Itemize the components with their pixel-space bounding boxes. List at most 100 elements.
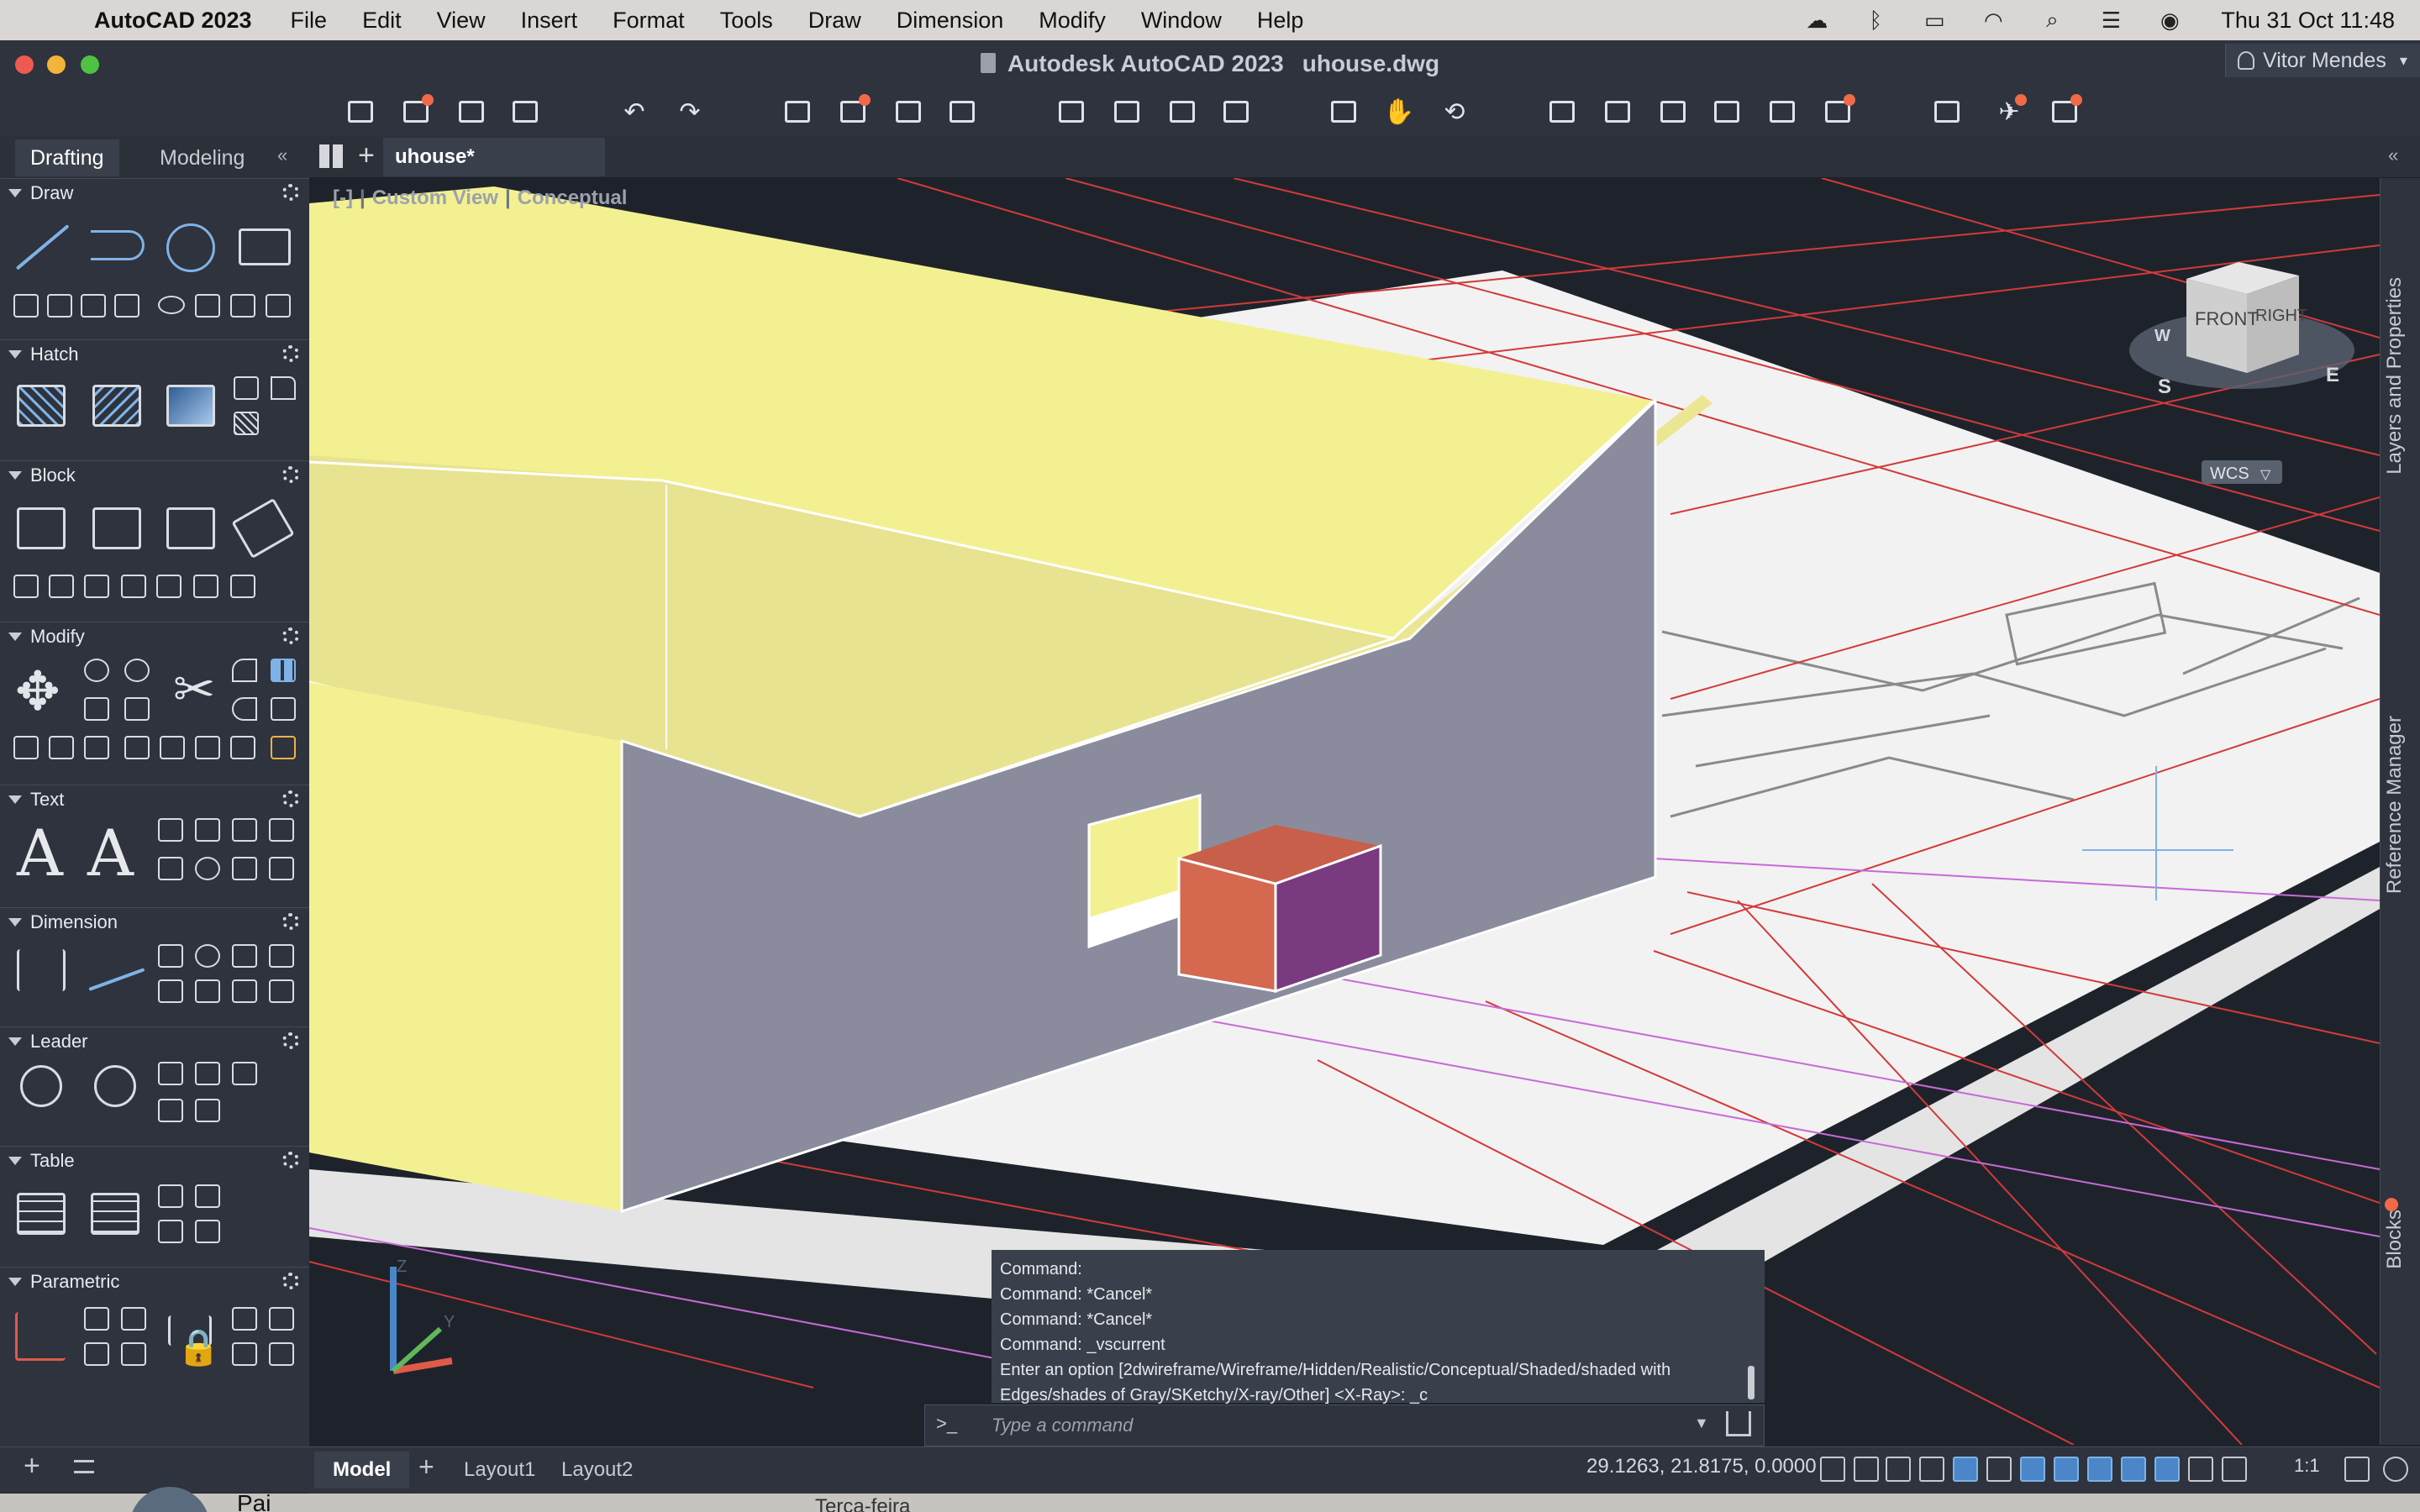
- define-attribute-tool-icon[interactable]: [13, 575, 39, 598]
- blocks-tab[interactable]: Blocks: [2383, 1210, 2407, 1269]
- sheet-set-button[interactable]: [1765, 94, 1800, 129]
- pdf-text-tool-icon[interactable]: [269, 818, 294, 842]
- text-align-tool-icon[interactable]: [158, 857, 183, 880]
- import-button[interactable]: [1054, 94, 1089, 129]
- geometric-constraint-tool-icon[interactable]: [84, 1307, 109, 1331]
- redo-button[interactable]: ↷: [672, 94, 708, 129]
- text-style-tool-icon[interactable]: [232, 857, 257, 880]
- spell-check-tool-icon[interactable]: [195, 818, 220, 842]
- grid-toggle-icon[interactable]: [1820, 1457, 1845, 1482]
- screen-button[interactable]: [2047, 94, 2082, 129]
- add-palette-icon[interactable]: +: [24, 1450, 40, 1483]
- dimensional-constraint-tool-icon[interactable]: [232, 1307, 257, 1331]
- annotation-scale-value[interactable]: 1:1: [2294, 1455, 2320, 1477]
- table-export-tool-icon[interactable]: [195, 1220, 220, 1243]
- section-parametric-header[interactable]: Parametric: [0, 1268, 309, 1296]
- align-leader-tool-icon[interactable]: [195, 1062, 220, 1085]
- menu-help[interactable]: Help: [1257, 8, 1304, 34]
- section-draw-header[interactable]: Draw: [0, 179, 309, 207]
- lineweight-toggle-icon[interactable]: [1986, 1457, 2012, 1482]
- control-center-icon[interactable]: ☰: [2096, 8, 2125, 33]
- coordinate-readout[interactable]: 29.1263, 21.8175, 0.0000: [1586, 1455, 1817, 1478]
- tolerance-tool-icon[interactable]: [269, 944, 294, 968]
- rectangle-tool-icon[interactable]: [239, 228, 291, 265]
- revcloud-tool-icon[interactable]: [266, 294, 291, 318]
- collapse-palette-icon[interactable]: «: [277, 144, 287, 166]
- table-edit-tool-icon[interactable]: [91, 1193, 139, 1235]
- xline-tool-icon[interactable]: [230, 294, 255, 318]
- mline-tool-icon[interactable]: [81, 294, 106, 318]
- mirror-tool-icon[interactable]: [84, 697, 109, 721]
- boundary-hatch-tool-icon[interactable]: [92, 385, 141, 427]
- mtext-tool-icon[interactable]: A: [17, 822, 63, 885]
- overkill-tool-icon[interactable]: [271, 736, 296, 759]
- battery-icon[interactable]: ▭: [1920, 8, 1949, 33]
- start-tab-grid-icon[interactable]: [319, 144, 343, 168]
- table-tool-icon[interactable]: [17, 1193, 66, 1235]
- menu-insert[interactable]: Insert: [521, 8, 578, 34]
- visual-style-control[interactable]: Conceptual: [518, 186, 628, 209]
- section-hatch-header[interactable]: Hatch: [0, 340, 309, 369]
- zoom-window-tool-button[interactable]: [1326, 94, 1361, 129]
- find-text-tool-icon[interactable]: [232, 818, 257, 842]
- menu-edit[interactable]: Edit: [362, 8, 402, 34]
- pan-button[interactable]: ✋: [1381, 94, 1417, 129]
- plot-button[interactable]: [780, 94, 815, 129]
- menu-app-name[interactable]: AutoCAD 2023: [94, 8, 252, 34]
- insert-block-tool-icon[interactable]: [92, 507, 141, 549]
- gradient-tool-icon[interactable]: [166, 385, 215, 427]
- tab-layout2[interactable]: Layout2: [543, 1452, 651, 1488]
- leader-style-tool-icon[interactable]: [195, 1099, 220, 1122]
- reference-manager-tab[interactable]: Reference Manager: [2383, 716, 2407, 894]
- collect-leader-tool-icon[interactable]: [232, 1062, 257, 1085]
- wifi-icon[interactable]: ◠: [1979, 8, 2007, 33]
- polyline-tool-icon[interactable]: [91, 230, 145, 260]
- annotation-visibility-icon[interactable]: [2154, 1457, 2180, 1482]
- polar-toggle-icon[interactable]: [1919, 1457, 1944, 1482]
- explode-tool-icon[interactable]: [13, 736, 39, 759]
- block-editor-tool-icon[interactable]: [84, 575, 109, 598]
- circle-tool-icon[interactable]: [166, 223, 215, 272]
- compare-button[interactable]: [1929, 94, 1965, 129]
- create-block-tool-icon[interactable]: [17, 507, 66, 549]
- orbit-button[interactable]: ⟲: [1437, 94, 1472, 129]
- viewport-menu-icon[interactable]: [-]: [333, 186, 353, 209]
- export-button[interactable]: [1109, 94, 1144, 129]
- publish-button[interactable]: [944, 94, 980, 129]
- inspect-dimension-tool-icon[interactable]: [232, 979, 257, 1003]
- tab-drafting[interactable]: Drafting: [15, 139, 119, 176]
- command-prompt-icon[interactable]: >_: [936, 1413, 957, 1435]
- tab-model[interactable]: Model: [314, 1452, 410, 1488]
- send-button[interactable]: ✈: [1991, 94, 2027, 129]
- perpendicular-constraint-tool-icon[interactable]: [121, 1342, 146, 1366]
- text-edit-tool-icon[interactable]: A: [87, 822, 134, 885]
- file-tab-uhouse[interactable]: uhouse*: [383, 138, 605, 176]
- section-text-header[interactable]: Text: [0, 785, 309, 814]
- isolate-button[interactable]: [1655, 94, 1691, 129]
- siri-icon[interactable]: ◉: [2155, 8, 2184, 33]
- delete-constraints-tool-icon[interactable]: [269, 1342, 294, 1366]
- section-table-header[interactable]: Table: [0, 1147, 309, 1175]
- layer-properties-button[interactable]: [1544, 94, 1580, 129]
- gear-icon[interactable]: [282, 466, 299, 483]
- command-history-scrollbar[interactable]: [1748, 1366, 1754, 1399]
- command-input[interactable]: [992, 1410, 1697, 1441]
- gear-icon[interactable]: [282, 184, 299, 201]
- attach-button[interactable]: [1165, 94, 1200, 129]
- gear-icon[interactable]: [282, 790, 299, 807]
- pedit-tool-icon[interactable]: [230, 736, 255, 759]
- boundary-tool-icon[interactable]: [234, 376, 259, 400]
- snap-toggle-icon[interactable]: [1854, 1457, 1879, 1482]
- menu-format[interactable]: Format: [613, 8, 685, 34]
- dimension-break-tool-icon[interactable]: [269, 979, 294, 1003]
- fillet-tool-icon[interactable]: [232, 659, 257, 682]
- gear-icon[interactable]: [282, 1032, 299, 1049]
- auto-scale-icon[interactable]: [2188, 1457, 2213, 1482]
- spline-tool-icon[interactable]: [47, 294, 72, 318]
- coincident-constraint-tool-icon[interactable]: [84, 1342, 109, 1366]
- batch-plot-button[interactable]: [835, 94, 871, 129]
- user-account-button[interactable]: Vitor Mendes ▾: [2225, 44, 2420, 77]
- tab-modeling[interactable]: Modeling: [145, 139, 260, 176]
- creative-cloud-icon[interactable]: ☁: [1802, 8, 1831, 33]
- block-attribute-tool-icon[interactable]: [230, 575, 255, 598]
